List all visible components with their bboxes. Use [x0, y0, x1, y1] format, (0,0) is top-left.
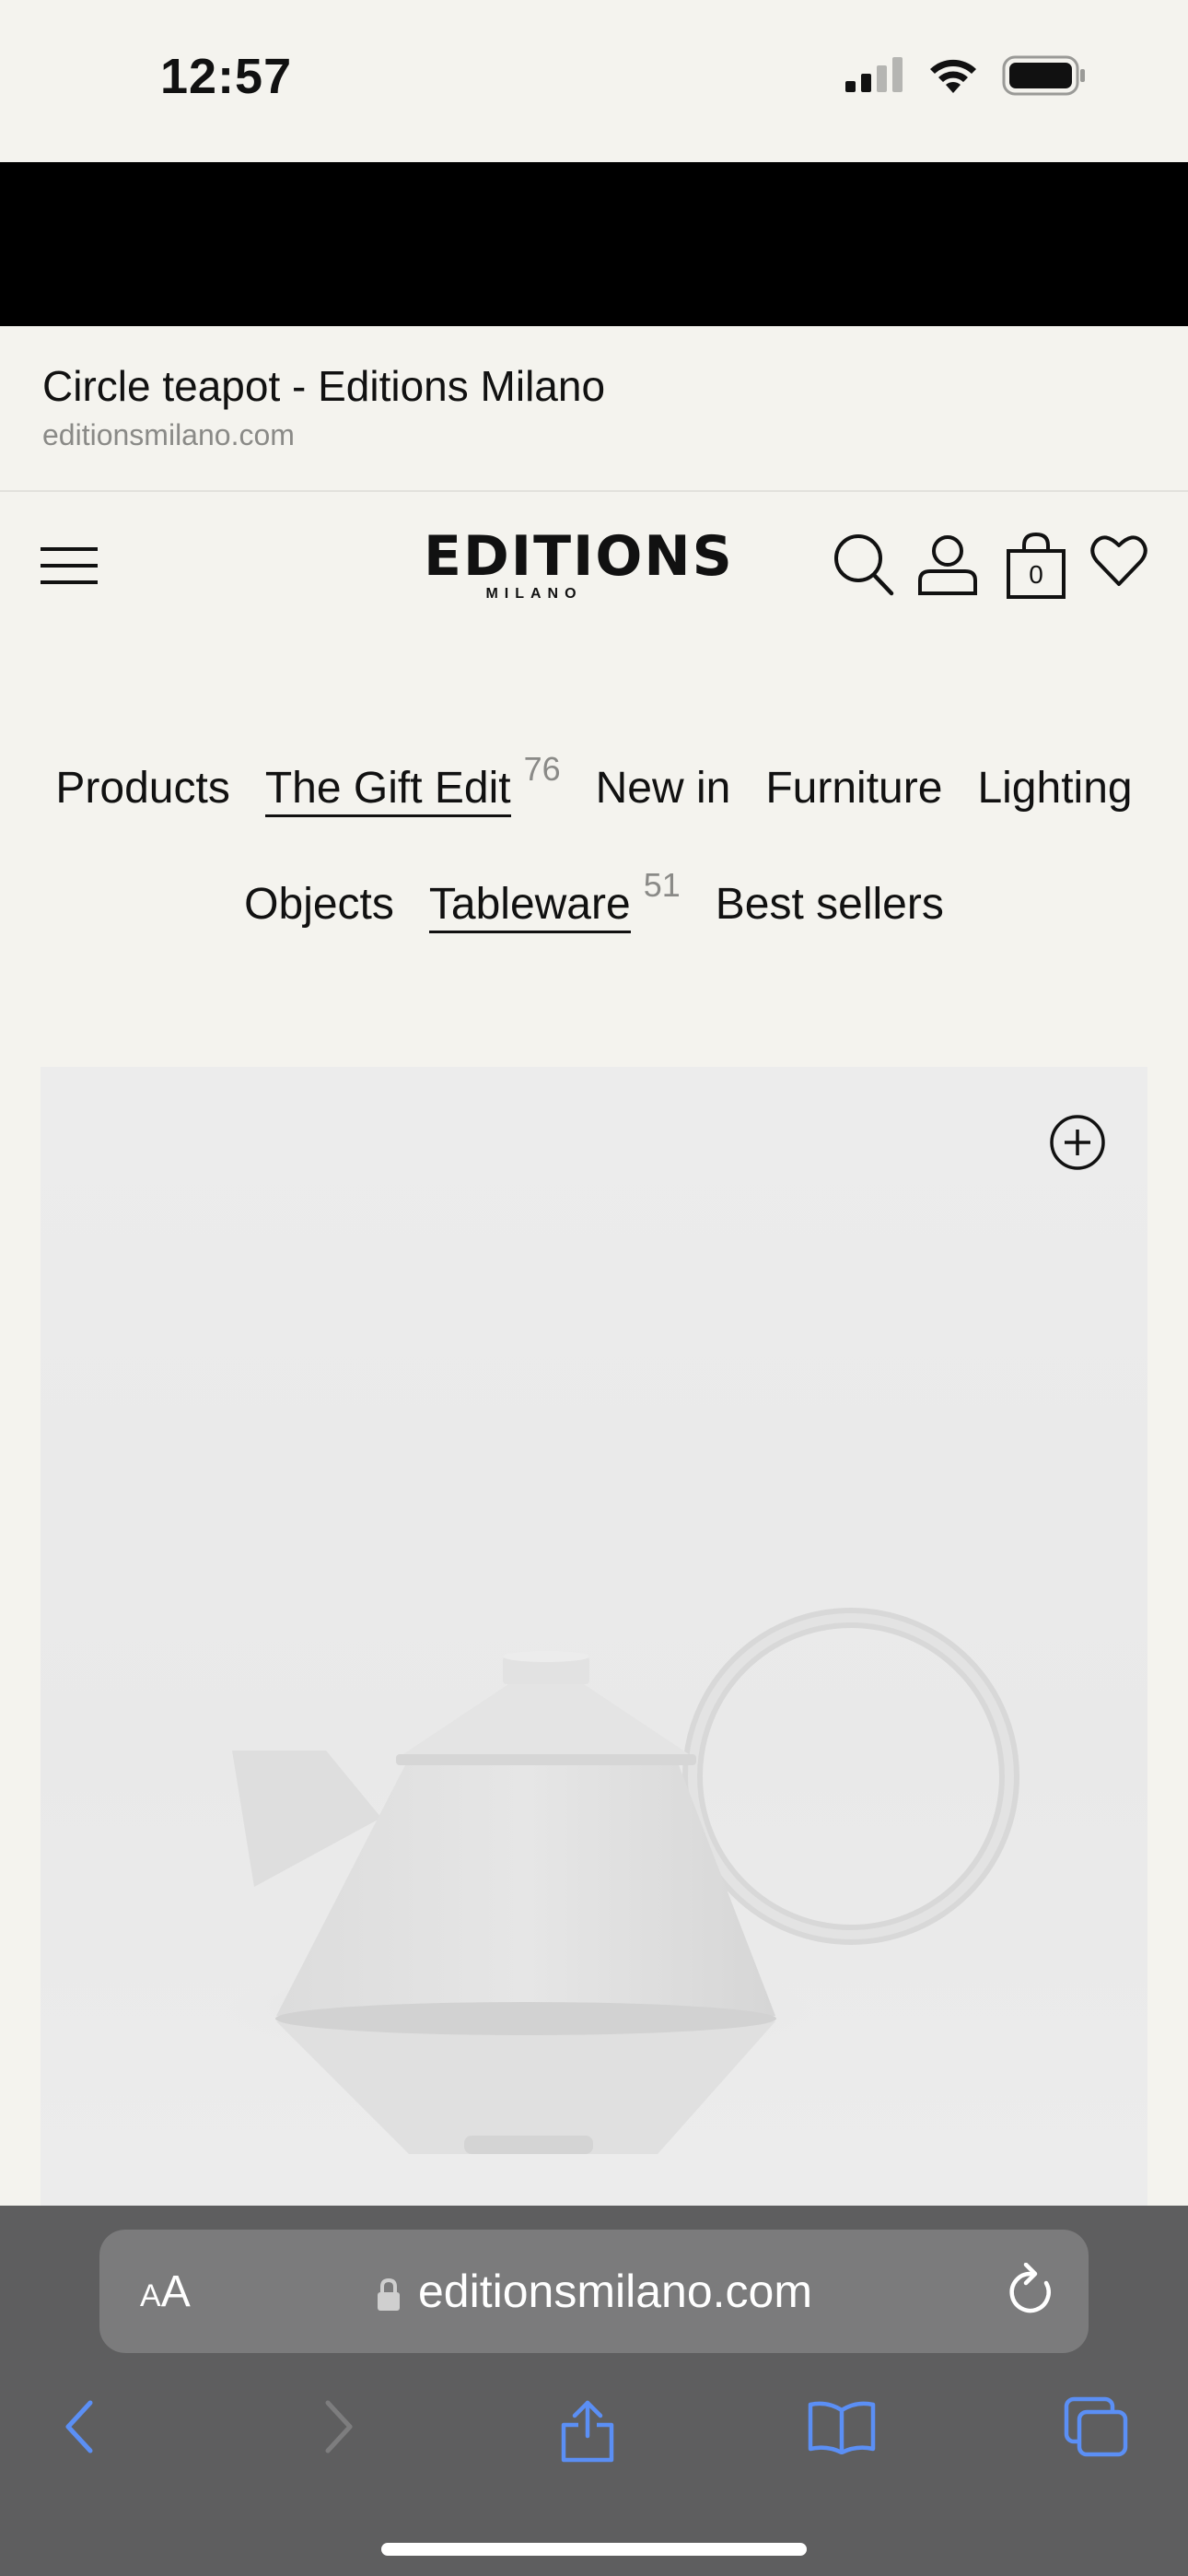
category-the-gift-edit[interactable]: The Gift Edit 76	[264, 750, 561, 817]
hamburger-menu-icon[interactable]	[41, 544, 98, 588]
tabs-icon	[1064, 2396, 1128, 2457]
home-indicator	[381, 2543, 807, 2556]
safari-toolbar	[0, 2381, 1188, 2491]
address-bar[interactable]: AA editionsmilano.com	[99, 2230, 1089, 2353]
share-button[interactable]	[542, 2381, 634, 2473]
category-furniture[interactable]: Furniture	[765, 763, 942, 814]
teapot-illustration	[215, 1608, 1019, 2154]
category-row-1: Products The Gift Edit 76 New in Furnitur…	[0, 750, 1188, 817]
cellular-signal-icon	[845, 57, 903, 92]
wishlist-heart-icon[interactable]	[1090, 533, 1147, 590]
tabs-button[interactable]	[1050, 2381, 1142, 2473]
promo-banner	[0, 162, 1188, 326]
book-icon	[808, 2401, 876, 2454]
page-title: Circle teapot - Editions Milano	[42, 362, 606, 410]
site-logo[interactable]: EDITIONS MILANO	[424, 524, 734, 610]
category-lighting[interactable]: Lighting	[977, 763, 1132, 814]
cart-count: 0	[1029, 560, 1043, 589]
category-count: 76	[523, 750, 561, 788]
page-domain: editionsmilano.com	[42, 418, 295, 451]
url-display[interactable]: editionsmilano.com	[99, 2265, 1089, 2318]
category-objects[interactable]: Objects	[244, 879, 394, 930]
category-best-sellers[interactable]: Best sellers	[716, 879, 944, 930]
lock-icon	[378, 2277, 400, 2311]
zoom-plus-icon[interactable]	[1048, 1113, 1107, 1172]
back-button[interactable]	[33, 2381, 125, 2473]
cart-button[interactable]: 0	[1006, 533, 1066, 601]
category-row-2: Objects Tableware 51 Best sellers	[0, 866, 1188, 933]
product-image[interactable]	[41, 1067, 1147, 2209]
safari-bottom-bar: AA editionsmilano.com	[0, 2206, 1188, 2576]
url-text: editionsmilano.com	[418, 2266, 812, 2317]
bookmarks-button[interactable]	[796, 2381, 888, 2473]
battery-icon	[1002, 55, 1085, 96]
wifi-icon	[930, 59, 976, 93]
category-products[interactable]: Products	[55, 763, 229, 814]
category-tableware[interactable]: Tableware 51	[428, 866, 681, 933]
chevron-left-icon	[65, 2400, 93, 2453]
status-bar: 12:57	[0, 0, 1188, 162]
site-header: EDITIONS MILANO 0	[0, 492, 1188, 639]
search-icon[interactable]	[833, 533, 895, 597]
forward-button[interactable]	[293, 2381, 385, 2473]
category-new-in[interactable]: New in	[596, 763, 731, 814]
chevron-right-icon	[325, 2400, 353, 2453]
status-time: 12:57	[160, 49, 293, 104]
status-icons	[844, 55, 1087, 96]
page-info-header: Circle teapot - Editions Milano editions…	[0, 326, 1188, 492]
logo-main: EDITIONS	[424, 524, 734, 589]
share-icon	[561, 2400, 614, 2463]
account-icon[interactable]	[917, 533, 978, 597]
reload-icon[interactable]	[1006, 2263, 1055, 2318]
category-count: 51	[643, 866, 681, 904]
